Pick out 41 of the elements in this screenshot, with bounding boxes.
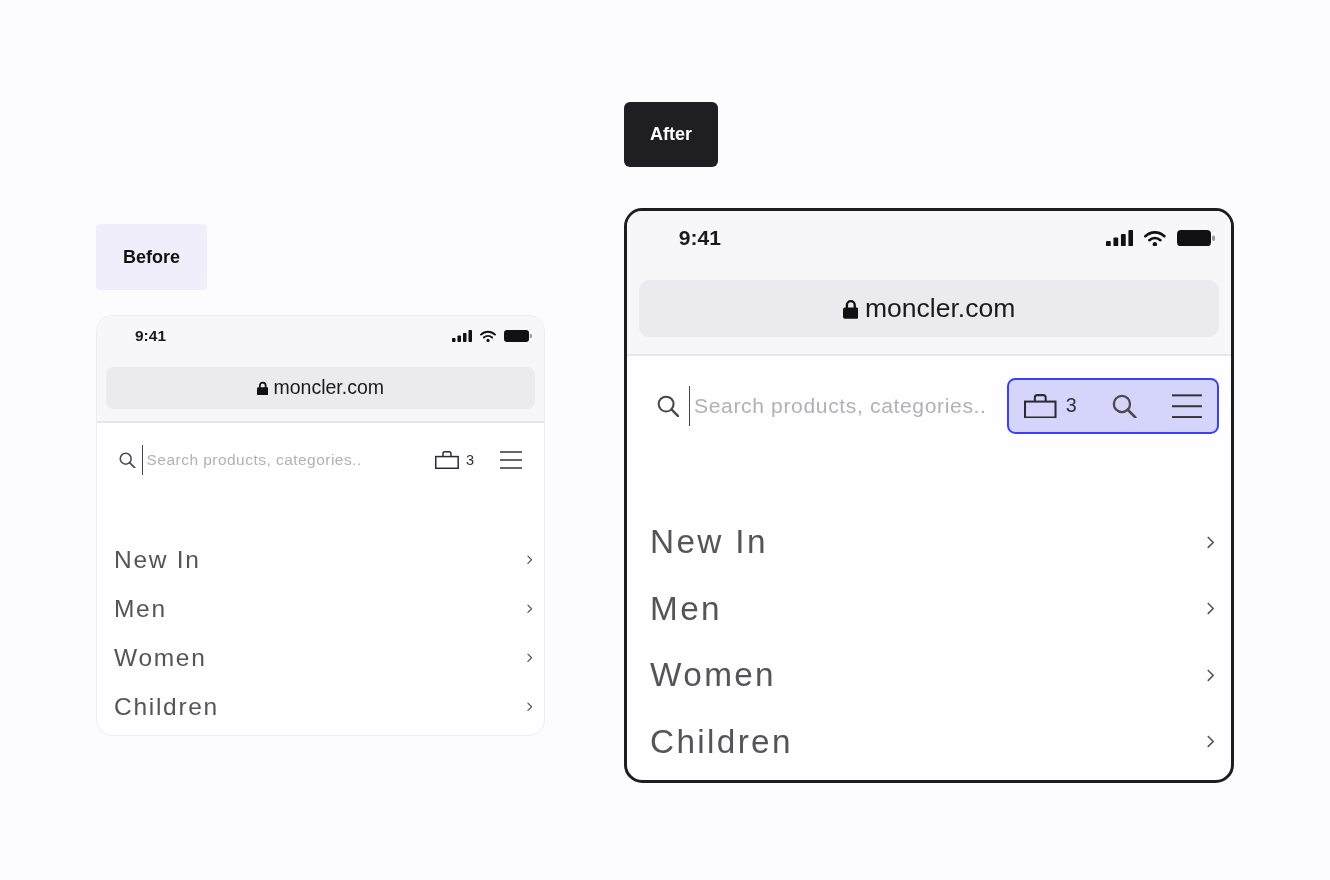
menu-icon[interactable]: [500, 451, 522, 469]
search-field[interactable]: Search products, categories..: [142, 445, 423, 475]
battery-icon: [1176, 230, 1215, 247]
chevron-icon: [526, 604, 532, 614]
search-field[interactable]: Search products, categories..: [688, 386, 1008, 427]
menu-item[interactable]: Women: [97, 633, 544, 683]
menu-item[interactable]: New In: [627, 508, 1231, 576]
chevron-icon: [526, 653, 532, 663]
status-time: 9:41: [135, 326, 167, 347]
chevron-icon: [1207, 735, 1215, 749]
chevron-icon: [526, 702, 532, 712]
bag-button[interactable]: 3: [435, 450, 474, 470]
chevron-icon: [1207, 668, 1215, 682]
search-icon: [656, 394, 680, 418]
menu-item[interactable]: New In: [97, 535, 544, 585]
lock-icon: [256, 380, 269, 396]
status-time: 9:41: [678, 225, 721, 252]
menu-item[interactable]: Children: [97, 682, 544, 732]
version-tag: Before: [96, 224, 207, 290]
chevron-icon: [526, 555, 532, 565]
bag-icon: [435, 450, 460, 470]
signal-icon: [452, 330, 472, 342]
wifi-icon: [480, 330, 496, 342]
signal-icon: [1105, 230, 1134, 247]
search-icon[interactable]: [1112, 393, 1137, 419]
version-tag: After: [624, 102, 718, 167]
address-bar[interactable]: moncler.com: [106, 367, 535, 409]
menu-item[interactable]: Men: [97, 584, 544, 634]
bag-icon: [1024, 393, 1057, 419]
search-icon: [119, 451, 136, 469]
chevron-icon: [1207, 535, 1215, 549]
battery-icon: [504, 330, 532, 342]
menu-item[interactable]: Men: [627, 575, 1231, 642]
wifi-icon: [1143, 230, 1166, 247]
address-bar[interactable]: moncler.com: [639, 280, 1219, 338]
menu-item[interactable]: Children: [627, 708, 1231, 776]
bag-button[interactable]: 3: [1024, 393, 1077, 419]
menu-item[interactable]: Women: [627, 642, 1231, 709]
lock-icon: [842, 299, 859, 319]
chevron-icon: [1207, 602, 1215, 616]
menu-icon[interactable]: [1171, 393, 1202, 419]
